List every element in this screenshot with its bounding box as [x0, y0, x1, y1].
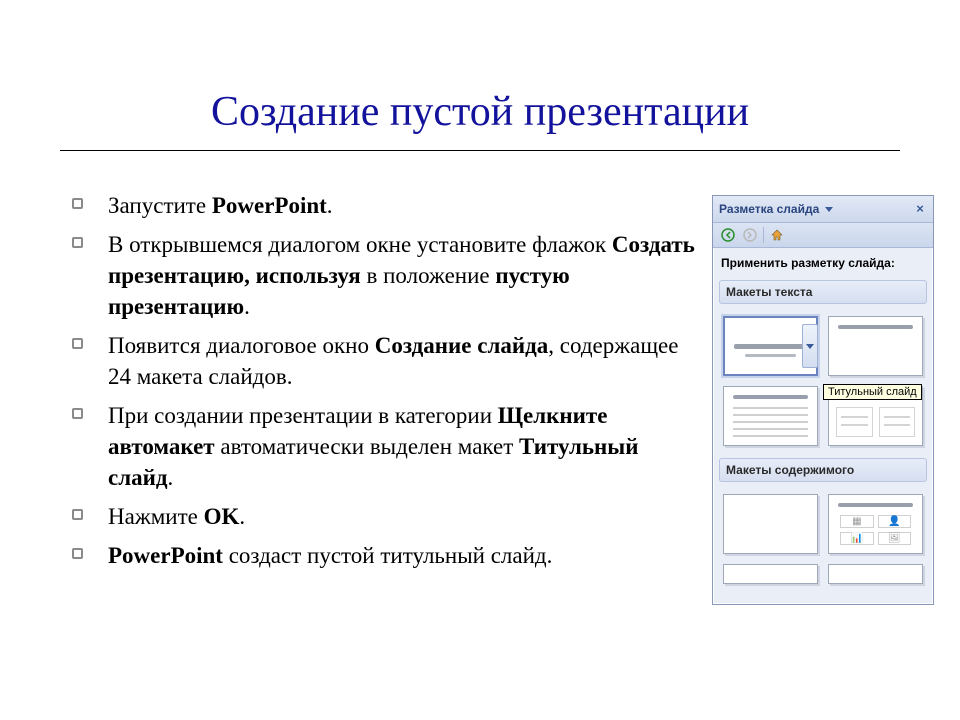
image-icon: 🖼: [878, 532, 911, 545]
layout-preview-line: [838, 325, 912, 329]
home-icon[interactable]: [768, 226, 786, 244]
text-run: Нажмите: [108, 504, 204, 529]
slide-content: Запустите PowerPoint. В открывшемся диал…: [72, 190, 702, 580]
text-run: в положение: [361, 263, 496, 288]
back-button[interactable]: [719, 226, 737, 244]
layout-content[interactable]: ▦ 👤 📊 🖼: [828, 494, 923, 554]
list-item: В открывшемся диалогом окне установите ф…: [72, 229, 702, 322]
taskpane-title: Разметка слайда: [719, 202, 819, 216]
close-icon[interactable]: ×: [913, 202, 927, 216]
taskpane-title-wrap[interactable]: Разметка слайда: [719, 202, 833, 216]
list-item: Появится диалоговое окно Создание слайда…: [72, 330, 702, 392]
layout-preview-lines: [733, 407, 807, 437]
taskpane-toolbar: [713, 223, 933, 248]
layout-preview-line: [838, 395, 912, 399]
apply-layout-label: Применить разметку слайда:: [713, 248, 933, 274]
section-content-layouts: Макеты содержимого: [719, 458, 927, 482]
list-item: При создании презентации в категории Щел…: [72, 400, 702, 493]
bullet-list: Запустите PowerPoint. В открывшемся диал…: [72, 190, 702, 572]
layout-two-column-text[interactable]: [828, 386, 923, 446]
text-bold: PowerPoint: [108, 543, 223, 568]
text-run: автоматически выделен макет: [215, 434, 519, 459]
table-icon: ▦: [840, 515, 873, 528]
list-item: Запустите PowerPoint.: [72, 190, 702, 221]
text-run: .: [327, 193, 333, 218]
text-run: .: [239, 504, 245, 529]
layout-preview-content-icons: ▦ 👤 📊 🖼: [840, 515, 911, 545]
layout-preview-line: [733, 395, 807, 399]
text-run: создаст пустой титульный слайд.: [223, 543, 552, 568]
text-bold: Создание слайда: [375, 333, 549, 358]
layout-preview-line: [734, 344, 807, 349]
text-bold: PowerPoint: [212, 193, 327, 218]
list-item: Нажмите OK.: [72, 501, 702, 532]
text-run: .: [168, 465, 174, 490]
text-run: Запустите: [108, 193, 212, 218]
layout-thumb[interactable]: [828, 564, 923, 584]
text-bold: OK: [204, 504, 240, 529]
list-item: PowerPoint создаст пустой титульный слай…: [72, 540, 702, 571]
person-icon: 👤: [878, 515, 911, 528]
layout-title-slide[interactable]: [723, 316, 818, 376]
text-run: В открывшемся диалогом окне установите ф…: [108, 232, 612, 257]
text-run: Появится диалоговое окно: [108, 333, 375, 358]
text-run: .: [244, 294, 250, 319]
section-text-layouts: Макеты текста: [719, 280, 927, 304]
chevron-down-icon: [825, 205, 833, 213]
content-layouts-grid: ▦ 👤 📊 🖼: [713, 486, 933, 590]
text-layouts-grid: Титульный слайд: [713, 308, 933, 452]
layout-title-only[interactable]: [828, 316, 923, 376]
text-run: При создании презентации в категории: [108, 403, 498, 428]
layout-blank[interactable]: [723, 494, 818, 554]
toolbar-divider: [763, 227, 764, 243]
layout-preview-line: [838, 503, 912, 507]
title-divider: [60, 150, 900, 151]
chart-icon: 📊: [840, 532, 873, 545]
forward-button: [741, 226, 759, 244]
taskpane-slide-layout: Разметка слайда × Применить разметку сла…: [712, 195, 934, 605]
layout-preview-line: [745, 354, 796, 357]
layout-title-and-text[interactable]: [723, 386, 818, 446]
chevron-down-icon[interactable]: [802, 324, 818, 368]
layout-preview-two-col: [836, 407, 914, 437]
taskpane-header[interactable]: Разметка слайда ×: [713, 196, 933, 223]
slide-title: Создание пустой презентации: [0, 88, 960, 136]
slide: Создание пустой презентации Запустите Po…: [0, 0, 960, 720]
layout-thumb[interactable]: [723, 564, 818, 584]
